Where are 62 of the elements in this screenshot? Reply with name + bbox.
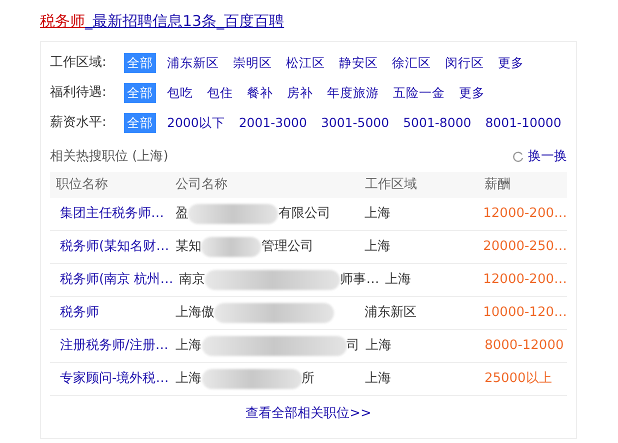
table-cell: 上海 bbox=[364, 239, 390, 254]
filter-option[interactable]: 徐汇区 bbox=[389, 53, 434, 73]
title-link[interactable]: 税务师 bbox=[40, 12, 85, 30]
job-link[interactable]: 税务师(某知名财… bbox=[60, 239, 170, 254]
filter-option[interactable]: 5001-8000 bbox=[400, 113, 474, 133]
salary-text: 25000以上 bbox=[484, 371, 552, 386]
salary-text: 12000-200… bbox=[483, 206, 567, 222]
refresh-icon bbox=[512, 151, 524, 163]
view-all-link[interactable]: 查看全部相关职位>> bbox=[246, 404, 372, 424]
column-header: 公司名称 bbox=[174, 176, 228, 194]
section-heading: 相关热搜职位 (上海) bbox=[50, 148, 168, 166]
title-link[interactable]: _最新招聘信息13条_百度百聘 bbox=[85, 12, 284, 30]
job-link[interactable]: 专家顾问-境外税… bbox=[60, 371, 169, 386]
filter-option[interactable]: 包住 bbox=[204, 83, 236, 103]
column-header: 薪酬 bbox=[483, 176, 512, 194]
column-header: 工作区域 bbox=[364, 176, 418, 194]
job-link[interactable]: 注册税务师/注册… bbox=[60, 338, 168, 354]
company-name: 司 bbox=[346, 337, 360, 356]
filter-option[interactable]: 8001-10000 bbox=[482, 113, 564, 133]
filter-option[interactable]: 静安区 bbox=[336, 53, 381, 73]
salary-text: 12000-200… bbox=[483, 272, 567, 288]
filter-option[interactable]: 2001-3000 bbox=[236, 113, 310, 133]
company-name: 上海 bbox=[176, 370, 202, 388]
filter-option[interactable]: 更多 bbox=[495, 53, 527, 73]
column-header: 职位名称 bbox=[55, 176, 109, 194]
job-link[interactable]: 集团主任税务师… bbox=[60, 206, 164, 222]
filter-option[interactable]: 2000以下 bbox=[164, 113, 228, 133]
filter-option[interactable]: 房补 bbox=[284, 83, 316, 103]
job-link[interactable]: 税务师 bbox=[60, 305, 99, 320]
filter-option[interactable]: 松江区 bbox=[283, 53, 328, 73]
filter-option[interactable]: 更多 bbox=[456, 83, 488, 103]
company-name: 所 bbox=[302, 370, 315, 388]
filter-option[interactable]: 3001-5000 bbox=[318, 113, 392, 133]
filter-option[interactable]: 闵行区 bbox=[442, 53, 487, 73]
job-link[interactable]: 税务师(南京 杭州… bbox=[60, 272, 174, 288]
table-cell: 上海 bbox=[385, 272, 412, 288]
salary-text: 20000-250… bbox=[483, 239, 567, 254]
filter-option[interactable]: 崇明区 bbox=[230, 53, 275, 73]
filter-label: 福利待遇: bbox=[50, 84, 108, 102]
filter-option[interactable]: 五险一金 bbox=[390, 83, 448, 103]
table-cell: 上海 bbox=[366, 338, 392, 354]
company-name: 上海傲 bbox=[175, 304, 214, 322]
refresh-link[interactable]: 换一换 bbox=[512, 147, 567, 167]
company-name: 盈 bbox=[175, 205, 188, 224]
filter-label: 薪资水平: bbox=[50, 114, 108, 132]
company-name: 师事… bbox=[340, 271, 380, 290]
filter-option[interactable]: 浦东新区 bbox=[164, 53, 222, 73]
filter-option[interactable]: 餐补 bbox=[244, 83, 276, 103]
salary-text: 8000-12000 bbox=[484, 338, 564, 354]
company-name: 管理公司 bbox=[261, 238, 314, 256]
company-name: 上海 bbox=[176, 337, 202, 356]
company-name: 南京 bbox=[179, 271, 206, 290]
company-name: 某知 bbox=[175, 238, 202, 256]
table-cell: 上海 bbox=[364, 206, 390, 222]
company-name: 有限公司 bbox=[278, 205, 330, 224]
filter-option[interactable]: 年度旅游 bbox=[324, 83, 382, 103]
table-cell: 浦东新区 bbox=[364, 305, 416, 320]
table-cell: 上海 bbox=[365, 371, 392, 386]
filter-label: 工作区域: bbox=[50, 54, 108, 72]
salary-text: 10000-120… bbox=[483, 305, 567, 320]
filter-option[interactable]: 包吃 bbox=[164, 83, 196, 103]
redaction-blur bbox=[201, 237, 262, 257]
